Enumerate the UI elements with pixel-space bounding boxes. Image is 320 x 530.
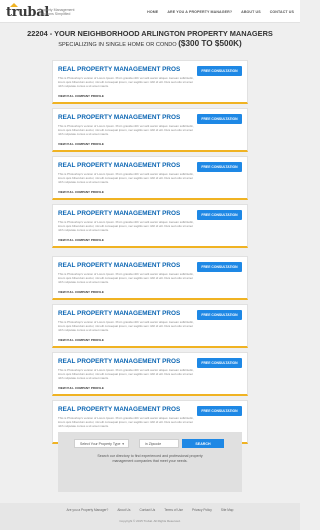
view-profile-link[interactable]: VIEW FULL COMPANY PROFILE xyxy=(58,190,104,194)
search-button[interactable]: SEARCH xyxy=(182,439,224,448)
free-consultation-button[interactable]: FREE CONSULTATION xyxy=(197,310,242,320)
search-panel: Select Your Property Type ▾ in Zipcode S… xyxy=(58,432,242,492)
logo[interactable]: trubal Property Management Solutions Sim… xyxy=(6,3,96,21)
listing-description: This is Photoshop's version of Lorem Ips… xyxy=(58,272,194,284)
nav-about-us[interactable]: ABOUT US xyxy=(241,10,261,14)
listing-title[interactable]: REAL PROPERTY MANAGEMENT PROS xyxy=(58,66,180,73)
view-profile-link[interactable]: VIEW FULL COMPANY PROFILE xyxy=(58,142,104,146)
listing-card: REAL PROPERTY MANAGEMENT PROS This is Ph… xyxy=(52,204,248,248)
site-footer: Are you a Property Manager? About Us Con… xyxy=(0,503,300,530)
free-consultation-button[interactable]: FREE CONSULTATION xyxy=(197,66,242,76)
listing-card: REAL PROPERTY MANAGEMENT PROS This is Ph… xyxy=(52,304,248,348)
free-consultation-button[interactable]: FREE CONSULTATION xyxy=(197,114,242,124)
footer-link-terms[interactable]: Terms of Use xyxy=(164,508,183,512)
listing-card: REAL PROPERTY MANAGEMENT PROS This is Ph… xyxy=(52,352,248,396)
view-profile-link[interactable]: VIEW FULL COMPANY PROFILE xyxy=(58,238,104,242)
copyright: Copyright © 2015 Trubal. All Rights Rese… xyxy=(119,519,181,523)
listing-description: This is Photoshop's version of Lorem Ips… xyxy=(58,320,194,332)
listing-title[interactable]: REAL PROPERTY MANAGEMENT PROS xyxy=(58,358,180,365)
listing-description: This is Photoshop's version of Lorem Ips… xyxy=(58,416,194,428)
listing-description: This is Photoshop's version of Lorem Ips… xyxy=(58,220,194,232)
nav-property-manager[interactable]: ARE YOU A PROPERTY MANAGER? xyxy=(167,10,232,14)
property-type-select[interactable]: Select Your Property Type ▾ xyxy=(74,439,129,448)
main-nav: HOME ARE YOU A PROPERTY MANAGER? ABOUT U… xyxy=(147,10,294,14)
view-profile-link[interactable]: VIEW FULL COMPANY PROFILE xyxy=(58,290,104,294)
free-consultation-button[interactable]: FREE CONSULTATION xyxy=(197,162,242,172)
chevron-down-icon: ▾ xyxy=(122,442,124,446)
listing-title[interactable]: REAL PROPERTY MANAGEMENT PROS xyxy=(58,310,180,317)
listing-description: This is Photoshop's version of Lorem Ips… xyxy=(58,172,194,184)
free-consultation-button[interactable]: FREE CONSULTATION xyxy=(197,210,242,220)
listing-card: REAL PROPERTY MANAGEMENT PROS This is Ph… xyxy=(52,60,248,104)
listing-title[interactable]: REAL PROPERTY MANAGEMENT PROS xyxy=(58,114,180,121)
listing-description: This is Photoshop's version of Lorem Ips… xyxy=(58,124,194,136)
nav-home[interactable]: HOME xyxy=(147,10,158,14)
footer-link-privacy[interactable]: Privacy Policy xyxy=(192,508,212,512)
zipcode-input[interactable]: in Zipcode xyxy=(139,439,179,448)
footer-link-sitemap[interactable]: Site Map xyxy=(221,508,234,512)
listing-title[interactable]: REAL PROPERTY MANAGEMENT PROS xyxy=(58,162,180,169)
view-profile-link[interactable]: VIEW FULL COMPANY PROFILE xyxy=(58,94,104,98)
view-profile-link[interactable]: VIEW FULL COMPANY PROFILE xyxy=(58,386,104,390)
free-consultation-button[interactable]: FREE CONSULTATION xyxy=(197,262,242,272)
logo-tagline: Property Management Solutions Simplified xyxy=(39,8,75,17)
footer-link-contact-us[interactable]: Contact Us xyxy=(139,508,155,512)
site-header: trubal Property Management Solutions Sim… xyxy=(0,0,300,23)
free-consultation-button[interactable]: FREE CONSULTATION xyxy=(197,358,242,368)
headline-line2: SPECIALIZING IN SINGLE HOME OR CONDO ($3… xyxy=(0,39,300,48)
listing-description: This is Photoshop's version of Lorem Ips… xyxy=(58,76,194,88)
listing-title[interactable]: REAL PROPERTY MANAGEMENT PROS xyxy=(58,406,180,413)
footer-links: Are you a Property Manager? About Us Con… xyxy=(0,508,300,512)
nav-contact-us[interactable]: CONTACT US xyxy=(270,10,294,14)
page-headline: 22204 - YOUR NEIGHBORHOOD ARLINGTON PROP… xyxy=(0,29,300,48)
property-type-value: Select Your Property Type xyxy=(80,441,121,446)
search-description: Search our directory to find experienced… xyxy=(97,454,203,463)
headline-line2-text: SPECIALIZING IN SINGLE HOME OR CONDO xyxy=(58,42,179,48)
view-profile-link[interactable]: VIEW FULL COMPANY PROFILE xyxy=(58,338,104,342)
listing-title[interactable]: REAL PROPERTY MANAGEMENT PROS xyxy=(58,210,180,217)
listing-card: REAL PROPERTY MANAGEMENT PROS This is Ph… xyxy=(52,108,248,152)
listing-title[interactable]: REAL PROPERTY MANAGEMENT PROS xyxy=(58,262,180,269)
headline-line1-text: - YOUR NEIGHBORHOOD ARLINGTON PROPERTY M… xyxy=(47,29,273,38)
listing-description: This is Photoshop's version of Lorem Ips… xyxy=(58,368,194,380)
footer-link-property-manager[interactable]: Are you a Property Manager? xyxy=(67,508,109,512)
footer-link-about-us[interactable]: About Us xyxy=(117,508,130,512)
free-consultation-button[interactable]: FREE CONSULTATION xyxy=(197,406,242,416)
listing-card: REAL PROPERTY MANAGEMENT PROS This is Ph… xyxy=(52,156,248,200)
listing-card: REAL PROPERTY MANAGEMENT PROS This is Ph… xyxy=(52,256,248,300)
headline-zip: 22204 xyxy=(27,29,48,38)
headline-price-range: ($300 TO $500K) xyxy=(178,39,242,48)
headline-line1: 22204 - YOUR NEIGHBORHOOD ARLINGTON PROP… xyxy=(0,29,300,38)
